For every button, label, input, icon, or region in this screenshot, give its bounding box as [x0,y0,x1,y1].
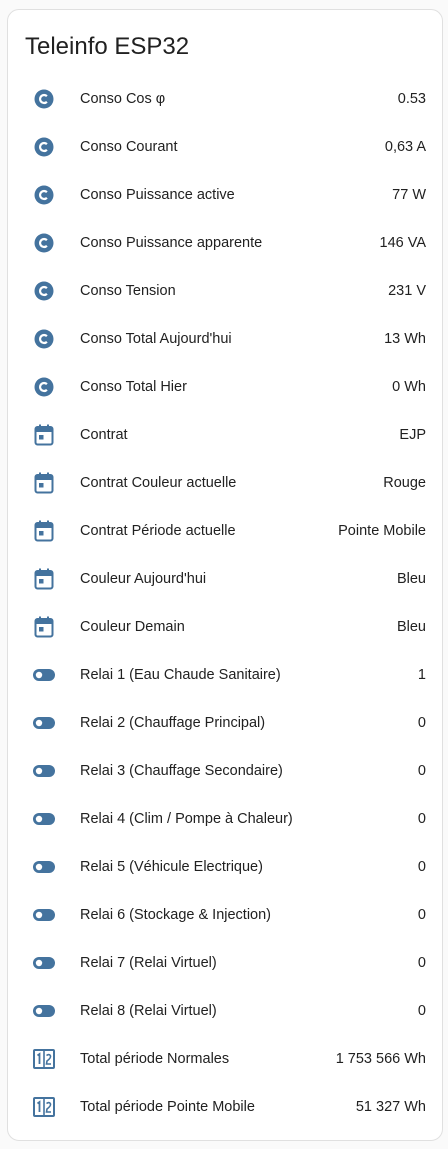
toggle-switch-icon [32,807,56,831]
entities-card: Teleinfo ESP32 Conso Cos φ 0.53 Conso Cour… [7,9,443,1141]
entity-row[interactable]: Couleur Aujourd'hui Bleu [8,555,442,603]
alpha-c-circle-icon [32,327,56,351]
entity-row[interactable]: Relai 8 (Relai Virtuel) 0 [8,987,442,1035]
entity-name: Conso Puissance apparente [80,235,263,251]
entity-state-value: 0 Wh [392,379,426,395]
entity-name: Relai 3 (Chauffage Secondaire) [80,763,283,779]
entity-state-value: 231 V [388,283,426,299]
entity-row[interactable]: Total période Pointe Mobile 51 327 Wh [8,1083,442,1131]
calendar-icon [32,567,56,591]
entity-name: Relai 7 (Relai Virtuel) [80,955,217,971]
entity-name: Couleur Demain [80,619,185,635]
entity-name: Relai 4 (Clim / Pompe à Chaleur) [80,811,293,827]
entity-name: Conso Total Aujourd'hui [80,331,232,347]
alpha-c-circle-icon [32,135,56,159]
toggle-switch-icon [32,903,56,927]
entity-state-value: 0 [417,715,426,731]
alpha-c-circle-icon [32,231,56,255]
entity-row[interactable]: Relai 1 (Eau Chaude Sanitaire) 1 [8,651,442,699]
entity-state-value: Pointe Mobile [338,523,426,539]
calendar-icon [32,519,56,543]
entity-row[interactable]: Relai 5 (Véhicule Electrique) 0 [8,843,442,891]
entity-name: Contrat Couleur actuelle [80,475,237,491]
entity-row[interactable]: Conso Cos φ 0.53 [8,75,442,123]
entity-name: Contrat Période actuelle [80,523,236,539]
entity-name: Conso Puissance active [80,187,235,203]
toggle-switch-icon [32,855,56,879]
entity-state-value: 0 [417,955,426,971]
entity-name: Relai 5 (Véhicule Electrique) [80,859,263,875]
entity-row[interactable]: Relai 7 (Relai Virtuel) 0 [8,939,442,987]
calendar-icon [32,423,56,447]
alpha-c-circle-icon [32,279,56,303]
entity-state-value: 0 [417,811,426,827]
entity-row[interactable]: Relai 4 (Clim / Pompe à Chaleur) 0 [8,795,442,843]
entity-state-value: 1 753 566 Wh [335,1051,426,1067]
entity-row[interactable]: Conso Courant 0,63 A [8,123,442,171]
entity-row[interactable]: Couleur Demain Bleu [8,603,442,651]
entity-row[interactable]: Relai 3 (Chauffage Secondaire) 0 [8,747,442,795]
entity-state-value: 0 [417,1003,426,1019]
counter-icon [32,1047,56,1071]
entity-name: Couleur Aujourd'hui [80,571,207,587]
entity-name: Total période Normales [80,1051,230,1067]
entity-row[interactable]: Total période Normales 1 753 566 Wh [8,1035,442,1083]
entity-name: Relai 2 (Chauffage Principal) [80,715,266,731]
entity-list: Conso Cos φ 0.53 Conso Courant 0,63 A Conso … [8,75,442,1131]
entity-row[interactable]: Contrat EJP [8,411,442,459]
entity-row[interactable]: Conso Puissance active 77 W [8,171,442,219]
toggle-switch-icon [32,663,56,687]
entity-state-value: 0 [417,763,426,779]
toggle-switch-icon [32,951,56,975]
entity-state-value: 0,63 A [384,139,426,155]
entity-state-value: 1 [417,667,426,683]
entity-state-value: Bleu [396,571,426,587]
entity-name: Conso Courant [80,139,178,155]
entity-row[interactable]: Conso Tension 231 V [8,267,442,315]
entity-name: Contrat [80,427,128,443]
card-title: Teleinfo ESP32 [25,33,190,60]
calendar-icon [32,471,56,495]
entity-row[interactable]: Conso Total Hier 0 Wh [8,363,442,411]
entity-row[interactable]: Conso Total Aujourd'hui 13 Wh [8,315,442,363]
entity-row[interactable]: Contrat Période actuelle Pointe Mobile [8,507,442,555]
entity-state-value: 77 W [392,187,426,203]
entity-state-value: EJP [399,427,426,443]
calendar-icon [32,615,56,639]
entity-name: Relai 8 (Relai Virtuel) [80,1003,217,1019]
entity-state-value: Rouge [383,475,426,491]
entity-state-value: Bleu [396,619,426,635]
alpha-c-circle-icon [32,87,56,111]
entity-name: Conso Tension [80,283,176,299]
entity-name: Relai 6 (Stockage & Injection) [80,907,272,923]
entity-row[interactable]: Relai 6 (Stockage & Injection) 0 [8,891,442,939]
entity-state-value: 13 Wh [384,331,426,347]
toggle-switch-icon [32,999,56,1023]
entity-state-value: 51 327 Wh [355,1099,426,1115]
entity-name: Total période Pointe Mobile [80,1099,255,1115]
entity-name: Conso Total Hier [80,379,187,395]
entity-state-value: 0.53 [397,91,426,107]
entity-name: Conso Cos φ [80,91,166,107]
entity-row[interactable]: Relai 2 (Chauffage Principal) 0 [8,699,442,747]
alpha-c-circle-icon [32,375,56,399]
counter-icon [32,1095,56,1119]
entity-name: Relai 1 (Eau Chaude Sanitaire) [80,667,281,683]
alpha-c-circle-icon [32,183,56,207]
entity-state-value: 146 VA [379,235,427,251]
entity-row[interactable]: Contrat Couleur actuelle Rouge [8,459,442,507]
entity-row[interactable]: Conso Puissance apparente 146 VA [8,219,442,267]
toggle-switch-icon [32,711,56,735]
toggle-switch-icon [32,759,56,783]
entity-state-value: 0 [417,859,426,875]
entity-state-value: 0 [417,907,426,923]
